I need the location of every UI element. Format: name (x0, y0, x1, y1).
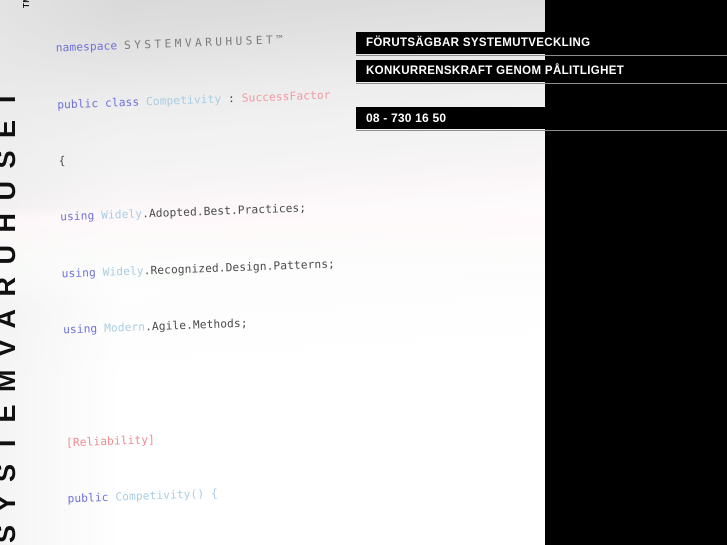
token-class-name: Competivity (145, 92, 222, 108)
banner-rule-1 (356, 55, 727, 56)
token-public-1: public (57, 96, 99, 112)
brand-name-vertical: SYSTEMVARUHUSET (0, 78, 21, 543)
token-using-2: using (61, 265, 96, 281)
code-line-open-brace: { (59, 140, 444, 168)
code-line-attr-reliability: [Reliability] (66, 422, 451, 450)
code-line-using-2: using Widely.Recognized.Design.Patterns; (61, 253, 446, 281)
banner-rule-3 (356, 130, 727, 131)
phone-banner[interactable]: 08 - 730 16 50 (356, 107, 727, 129)
tagline-banner-1: FÖRUTSÄGBAR SYSTEMUTVECKLING (356, 32, 727, 54)
tagline-banner-2: KONKURRENSKRAFT GENOM PÅLITLIGHET (356, 60, 727, 82)
trademark-symbol: TM (22, 0, 31, 8)
token-attr-reliability: [Reliability] (65, 433, 156, 450)
code-line-using-1: using Widely.Adopted.Best.Practices; (60, 197, 445, 225)
token-ctor: Competivity() { (115, 487, 219, 504)
token-using-2-rest: .Recognized.Design.Patterns; (143, 257, 336, 278)
token-public-2: public (67, 491, 109, 506)
token-using-1-rest: .Adopted.Best.Practices; (142, 201, 307, 221)
token-using-2-ns: Widely (102, 264, 144, 279)
token-using-3: using (62, 322, 98, 337)
token-using-1-ns: Widely (101, 207, 143, 223)
token-namespace-keyword: namespace (55, 39, 118, 55)
code-line-ctor: public Competivity() { (67, 479, 452, 507)
banner-rule-2 (356, 83, 727, 84)
token-namespace-name: SYSTEMVARUHUSET™ (123, 33, 287, 53)
token-class-keyword: class (104, 95, 140, 110)
token-using-3-ns: Modern (103, 320, 146, 336)
token-using-1: using (60, 209, 95, 224)
poster-canvas: namespace SYSTEMVARUHUSET™ public class … (0, 0, 727, 545)
token-using-3-rest: .Agile.Methods; (144, 316, 248, 334)
code-line-using-3: using Modern.Agile.Methods; (63, 309, 448, 337)
brand-vertical-lockup: SYSTEMVARUHUSET TM (0, 0, 62, 545)
token-base-type: SuccessFactor (241, 88, 331, 105)
code-line-goals: Establish.Goals; (69, 535, 454, 545)
